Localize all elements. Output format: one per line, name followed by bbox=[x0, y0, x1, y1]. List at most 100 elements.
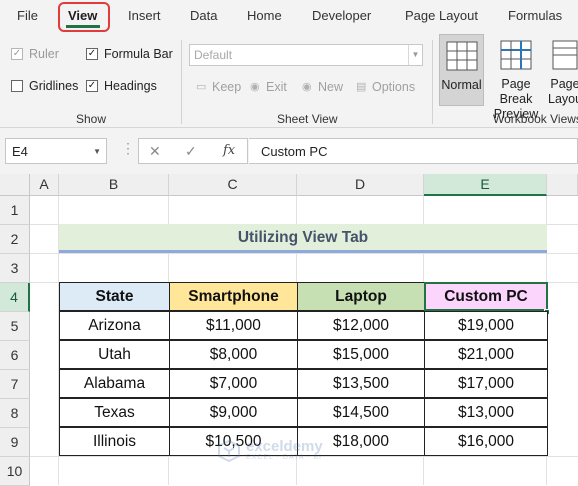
table-cell[interactable]: $17,000 bbox=[424, 369, 548, 398]
table-cell[interactable]: Texas bbox=[59, 398, 170, 427]
header-cell-custom-pc[interactable]: Custom PC bbox=[424, 282, 548, 311]
table-cell[interactable]: $12,000 bbox=[297, 311, 425, 340]
name-box[interactable]: E4 ▼ bbox=[5, 138, 107, 164]
tab-developer[interactable]: Developer bbox=[312, 8, 371, 23]
watermark-subtitle: EXCEL · DATA · BI bbox=[246, 454, 322, 461]
cancel-icon[interactable]: ✕ bbox=[149, 143, 161, 160]
enter-check-icon[interactable]: ✓ bbox=[185, 143, 197, 160]
column-header-c[interactable]: C bbox=[169, 174, 297, 196]
table-cell[interactable]: Arizona bbox=[59, 311, 170, 340]
column-header-e[interactable]: E bbox=[424, 174, 547, 196]
chevron-down-icon: ▼ bbox=[408, 45, 422, 65]
sheet-view-group-label: Sheet View bbox=[277, 112, 338, 126]
name-box-value: E4 bbox=[12, 144, 28, 159]
row-header-4[interactable]: 4 bbox=[0, 283, 30, 312]
workbook-views-group-label: Workbook Views bbox=[493, 112, 578, 126]
header-cell-smartphone[interactable]: Smartphone bbox=[169, 282, 298, 311]
row-header-9[interactable]: 9 bbox=[0, 428, 30, 457]
page-break-preview-icon bbox=[500, 40, 532, 70]
normal-view-icon bbox=[446, 41, 477, 71]
page-break-preview-label-line1: Page Break bbox=[499, 77, 533, 106]
tab-home[interactable]: Home bbox=[247, 8, 282, 23]
gridlines-label: Gridlines bbox=[29, 79, 79, 93]
exit-button[interactable]: ◉ Exit bbox=[250, 80, 287, 94]
row-header-8[interactable]: 8 bbox=[0, 399, 30, 428]
row-header-5[interactable]: 5 bbox=[0, 312, 30, 341]
column-header-a[interactable]: A bbox=[30, 174, 59, 196]
page-layout-view-icon bbox=[552, 40, 578, 70]
table-cell[interactable]: $8,000 bbox=[169, 340, 298, 369]
table-cell[interactable]: $19,000 bbox=[424, 311, 548, 340]
keep-button[interactable]: ▭ Keep bbox=[196, 80, 241, 94]
unchecked-box-icon bbox=[11, 80, 23, 92]
table-cell[interactable]: Illinois bbox=[59, 427, 170, 456]
ruler-label: Ruler bbox=[29, 47, 59, 61]
headings-checkbox[interactable]: ✓ Headings bbox=[86, 79, 157, 93]
table-cell[interactable]: $9,000 bbox=[169, 398, 298, 427]
table-cell[interactable]: Alabama bbox=[59, 369, 170, 398]
ribbon-panel: ✓ Ruler ✓ Formula Bar Gridlines ✓ Headin… bbox=[0, 34, 578, 128]
row-header-2[interactable]: 2 bbox=[0, 225, 30, 254]
tab-data[interactable]: Data bbox=[190, 8, 217, 23]
column-header-b[interactable]: B bbox=[59, 174, 169, 196]
formula-bar-checkbox[interactable]: ✓ Formula Bar bbox=[86, 47, 173, 61]
table-cell[interactable]: $13,500 bbox=[297, 369, 425, 398]
normal-view-button[interactable]: Normal bbox=[439, 34, 484, 106]
formula-bar-area: E4 ▼ ⋮ ✕ ✓ fx Custom PC bbox=[0, 128, 578, 174]
check-icon: ✓ bbox=[86, 48, 98, 60]
table-cell[interactable]: $14,500 bbox=[297, 398, 425, 427]
header-cell-state[interactable]: State bbox=[59, 282, 170, 311]
sheet-title-cell[interactable]: Utilizing View Tab bbox=[59, 224, 547, 253]
eye-icon: ◉ bbox=[250, 81, 260, 93]
table-cell[interactable]: $7,000 bbox=[169, 369, 298, 398]
column-header-d[interactable]: D bbox=[297, 174, 424, 196]
group-divider bbox=[181, 40, 182, 124]
chevron-down-icon: ▼ bbox=[93, 147, 101, 156]
headings-label: Headings bbox=[104, 79, 157, 93]
ribbon-tab-bar: File View Insert Data Home Developer Pag… bbox=[0, 0, 578, 34]
eye-plus-icon: ◉ bbox=[302, 81, 312, 93]
table-cell[interactable]: Utah bbox=[59, 340, 170, 369]
header-cell-laptop[interactable]: Laptop bbox=[297, 282, 425, 311]
tab-insert[interactable]: Insert bbox=[128, 8, 161, 23]
insert-function-icon[interactable]: fx bbox=[223, 143, 235, 158]
table-cell[interactable]: $11,000 bbox=[169, 311, 298, 340]
table-cell[interactable]: $21,000 bbox=[424, 340, 548, 369]
table-cell[interactable]: $15,000 bbox=[297, 340, 425, 369]
tab-formulas[interactable]: Formulas bbox=[508, 8, 562, 23]
normal-view-label: Normal bbox=[441, 78, 482, 92]
ruler-checkbox[interactable]: ✓ Ruler bbox=[11, 47, 59, 61]
check-icon: ✓ bbox=[11, 48, 23, 60]
row-header-7[interactable]: 7 bbox=[0, 370, 30, 399]
tab-file[interactable]: File bbox=[17, 8, 38, 23]
new-label: New bbox=[318, 80, 344, 94]
row-header-1[interactable]: 1 bbox=[0, 196, 30, 225]
exceldemy-watermark: exceldemy EXCEL · DATA · BI bbox=[218, 439, 323, 462]
check-icon: ✓ bbox=[86, 80, 98, 92]
sheet-view-value: Default bbox=[194, 48, 233, 62]
show-group-label: Show bbox=[76, 112, 107, 126]
new-button[interactable]: ◉ New bbox=[302, 80, 343, 94]
page-layout-label-line1: Page bbox=[550, 77, 578, 91]
page-break-preview-button[interactable]: Page Break Preview bbox=[485, 34, 547, 121]
sheet-view-dropdown[interactable]: Default ▼ bbox=[189, 44, 423, 66]
keep-icon: ▭ bbox=[196, 81, 207, 93]
gridlines-checkbox[interactable]: Gridlines bbox=[11, 79, 78, 93]
group-divider bbox=[432, 40, 433, 124]
keep-label: Keep bbox=[212, 80, 242, 94]
options-button[interactable]: ▤ Options bbox=[356, 80, 415, 94]
row-header-3[interactable]: 3 bbox=[0, 254, 30, 283]
table-cell[interactable]: $13,000 bbox=[424, 398, 548, 427]
formula-bar-label: Formula Bar bbox=[104, 47, 173, 61]
formula-input[interactable]: Custom PC bbox=[249, 138, 578, 164]
grip-dots-icon: ⋮ bbox=[121, 140, 135, 156]
gridline bbox=[30, 253, 578, 254]
column-header-f[interactable] bbox=[547, 174, 578, 196]
exceldemy-logo-icon bbox=[218, 440, 240, 462]
tab-page-layout[interactable]: Page Layout bbox=[405, 8, 478, 23]
table-cell[interactable]: $16,000 bbox=[424, 427, 548, 456]
select-all-corner[interactable] bbox=[0, 174, 30, 196]
page-layout-view-button[interactable]: Page Layout bbox=[548, 34, 578, 106]
row-header-6[interactable]: 6 bbox=[0, 341, 30, 370]
row-header-10[interactable]: 10 bbox=[0, 457, 30, 486]
